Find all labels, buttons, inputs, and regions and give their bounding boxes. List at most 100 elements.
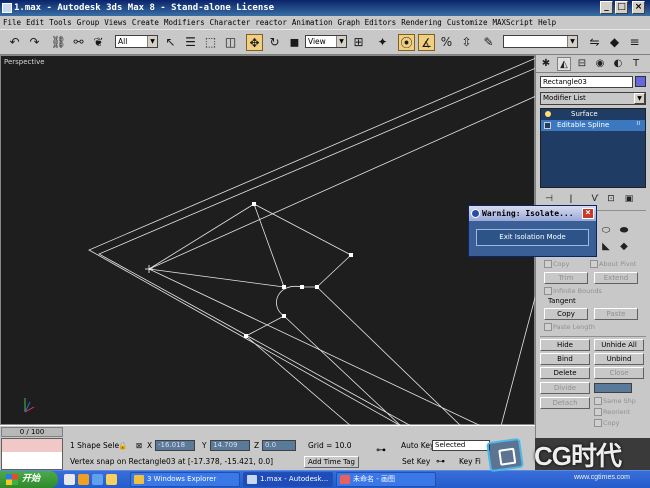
explorer-quicklaunch-icon[interactable] — [106, 474, 117, 485]
copy-checkbox[interactable]: Copy — [544, 260, 570, 268]
bind-button[interactable]: Bind — [540, 353, 590, 365]
connect-icon[interactable]: ⬬ — [618, 225, 630, 237]
auto-key-button[interactable]: Auto Key — [401, 441, 434, 451]
exit-isolation-mode-button[interactable]: Exit Isolation Mode — [476, 229, 589, 246]
menu-reactor[interactable]: reactor — [255, 18, 287, 27]
menu-edit[interactable]: Edit — [26, 18, 44, 27]
unlink-icon[interactable]: ⚯ — [70, 34, 87, 51]
select-by-name-icon[interactable]: ☰ — [182, 34, 199, 51]
select-rotate-icon[interactable]: ↻ — [266, 34, 283, 51]
detach-copy-checkbox[interactable]: Copy — [594, 419, 620, 427]
select-move-icon[interactable]: ✥ — [246, 34, 263, 51]
taskbar-item-3dsmax[interactable]: 1.max - Autodesk... — [243, 472, 333, 487]
delete-button[interactable]: Delete — [540, 367, 590, 379]
desktop-icon[interactable] — [64, 474, 75, 485]
listener-input-area[interactable] — [2, 439, 62, 452]
layer-manager-icon[interactable]: ≡ — [626, 34, 643, 51]
menu-maxscript[interactable]: MAXScript — [492, 18, 533, 27]
refine-icon[interactable]: ◣ — [600, 241, 612, 253]
dialog-close-button[interactable]: × — [582, 208, 594, 219]
menu-character[interactable]: Character — [210, 18, 251, 27]
display-tab-icon[interactable]: ◐ — [611, 57, 625, 71]
utilities-tab-icon[interactable]: T — [629, 57, 643, 71]
edit-named-selection-icon[interactable]: ✎ — [480, 34, 497, 51]
pin-stack-icon[interactable]: ⊣ — [542, 192, 556, 206]
taskbar-item-explorer[interactable]: 3 Windows Explorer — [130, 472, 240, 487]
hide-button[interactable]: Hide — [540, 339, 590, 351]
tangent-paste-button[interactable]: Paste — [594, 308, 638, 320]
reference-coordinate-select[interactable]: View ▼ — [305, 35, 347, 48]
weld-icon[interactable]: ⬭ — [600, 225, 612, 237]
maximize-button[interactable]: □ — [615, 1, 628, 14]
menu-views[interactable]: Views — [104, 18, 127, 27]
maxscript-listener-mini[interactable] — [1, 438, 63, 470]
key-icon[interactable]: ⊶ — [376, 446, 386, 456]
menu-file[interactable]: File — [3, 18, 21, 27]
close-button[interactable]: × — [632, 1, 645, 14]
fuse-icon[interactable]: ◆ — [618, 241, 630, 253]
add-time-tag-button[interactable]: Add Time Tag — [304, 456, 359, 468]
minimize-button[interactable]: _ — [600, 1, 613, 14]
z-coordinate-field[interactable]: 0.0 — [262, 440, 296, 451]
object-color-swatch[interactable] — [635, 76, 646, 87]
menu-rendering[interactable]: Rendering — [401, 18, 442, 27]
stack-item-editable-spline[interactable]: Editable Spline ⠛ — [541, 120, 645, 131]
motion-tab-icon[interactable]: ◉ — [593, 57, 607, 71]
y-coordinate-field[interactable]: 14.709 — [210, 440, 250, 451]
menu-help[interactable]: Help — [538, 18, 556, 27]
named-selection-select[interactable]: ▼ — [503, 35, 578, 48]
window-crossing-icon[interactable]: ◫ — [222, 34, 239, 51]
tangent-copy-button[interactable]: Copy — [544, 308, 588, 320]
undo-icon[interactable]: ↶ — [6, 34, 23, 51]
selection-filter-select[interactable]: All ▼ — [115, 35, 158, 48]
dialog-title-bar[interactable]: Warning: Isolate... × — [469, 206, 596, 221]
trim-button[interactable]: Trim — [544, 272, 588, 284]
divide-spinner[interactable] — [594, 383, 632, 393]
select-object-icon[interactable]: ↖ — [162, 34, 179, 51]
modify-tab-icon[interactable]: ◭ — [557, 57, 571, 71]
selection-region-icon[interactable]: ⬚ — [202, 34, 219, 51]
unbind-button[interactable]: Unbind — [594, 353, 644, 365]
modifier-list-select[interactable]: Modifier List ▼ — [540, 92, 646, 105]
bind-space-warp-icon[interactable]: ❦ — [90, 34, 107, 51]
configure-sets-icon[interactable]: ▣ — [622, 192, 636, 206]
lock-selection-icon[interactable]: 🔒 — [118, 441, 127, 451]
same-shape-checkbox[interactable]: Same Shp — [594, 397, 636, 405]
paste-length-checkbox[interactable]: Paste Length — [544, 323, 595, 331]
menu-modifiers[interactable]: Modifiers — [164, 18, 205, 27]
absolute-mode-icon[interactable]: ⊠ — [136, 441, 142, 451]
divide-button[interactable]: Divide — [540, 382, 590, 394]
stack-item-surface[interactable]: Surface — [541, 109, 645, 120]
angle-snap-icon[interactable]: ∡ — [418, 34, 435, 51]
menu-create[interactable]: Create — [132, 18, 159, 27]
close-spline-button[interactable]: Close — [594, 367, 644, 379]
menu-graph-editors[interactable]: Graph Editors — [337, 18, 396, 27]
unhide-all-button[interactable]: Unhide All — [594, 339, 644, 351]
set-key-button[interactable]: Set Key — [402, 457, 430, 467]
menu-customize[interactable]: Customize — [447, 18, 488, 27]
select-manipulate-icon[interactable]: ✦ — [374, 34, 391, 51]
set-key-icon[interactable]: ⊶ — [436, 457, 445, 467]
select-scale-icon[interactable]: ◼ — [286, 34, 303, 51]
lightbulb-icon[interactable] — [545, 111, 551, 117]
menu-animation[interactable]: Animation — [292, 18, 333, 27]
x-coordinate-field[interactable]: -16.018 — [155, 440, 195, 451]
mirror-icon[interactable]: ⇋ — [586, 34, 603, 51]
folder-quicklaunch-icon[interactable] — [78, 474, 89, 485]
percent-snap-icon[interactable]: % — [438, 34, 455, 51]
taskbar-item-paint[interactable]: 未命名 - 画图 — [336, 472, 436, 487]
spinner-snap-icon[interactable]: ⇳ — [458, 34, 475, 51]
start-button[interactable]: 开始 — [0, 471, 58, 488]
time-slider[interactable]: 0 / 100 — [1, 427, 63, 437]
redo-icon[interactable]: ↷ — [26, 34, 43, 51]
create-tab-icon[interactable]: ✱ — [539, 57, 553, 71]
menu-tools[interactable]: Tools — [49, 18, 72, 27]
browser-icon[interactable] — [92, 474, 103, 485]
expand-box-icon[interactable] — [544, 122, 551, 129]
reorient-checkbox[interactable]: Reorient — [594, 408, 630, 416]
hierarchy-tab-icon[interactable]: ⊟ — [575, 57, 589, 71]
extend-button[interactable]: Extend — [594, 272, 638, 284]
infinite-bounds-checkbox[interactable]: Infinite Bounds — [544, 287, 602, 295]
object-name-field[interactable]: Rectangle03 — [540, 76, 633, 88]
detach-button[interactable]: Detach — [540, 397, 590, 409]
